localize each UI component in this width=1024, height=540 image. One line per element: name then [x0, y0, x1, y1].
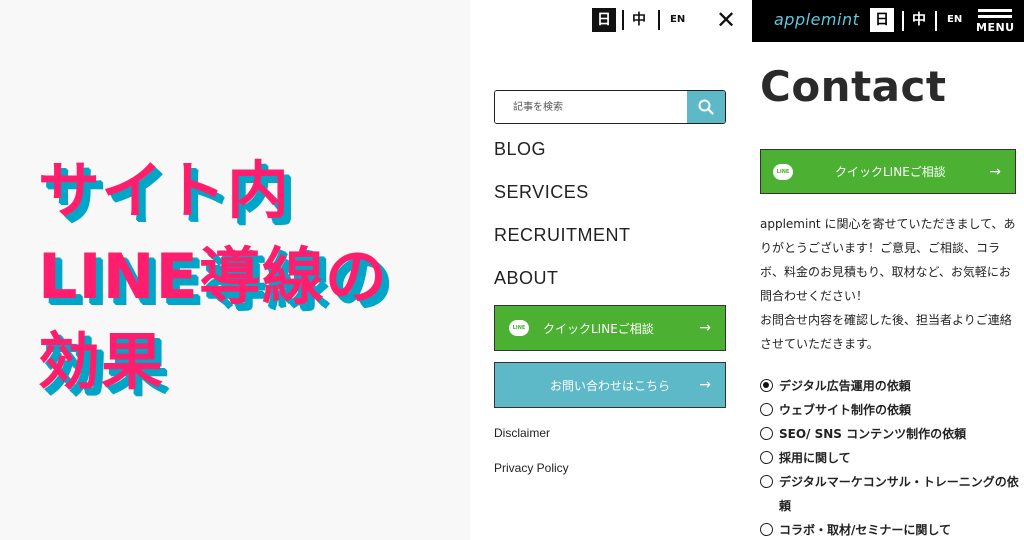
inquiry-type-options: デジタル広告運用の依頼 ウェブサイト制作の依頼 SEO/ SNS コンテンツ制作…: [760, 374, 1022, 540]
nav-item-about[interactable]: ABOUT: [494, 268, 559, 289]
radio-unchecked-icon[interactable]: [760, 427, 773, 440]
hero-banner: サイト内 LINE導線の 効果: [0, 0, 470, 540]
lang-zh-button[interactable]: 中: [912, 8, 926, 32]
radio-unchecked-icon[interactable]: [760, 523, 773, 536]
arrow-right-icon: →: [699, 320, 711, 336]
privacy-policy-link[interactable]: Privacy Policy: [494, 461, 569, 475]
search-box: [494, 90, 726, 124]
line-icon: LINE: [773, 163, 793, 180]
radio-option[interactable]: デジタル広告運用の依頼: [760, 374, 1022, 398]
lang-en-button[interactable]: EN: [670, 8, 685, 32]
hero-line-3: 効果: [38, 325, 165, 398]
hero-line-2: LINE導線の: [38, 240, 388, 313]
radio-option[interactable]: ウェブサイト制作の依頼: [760, 398, 1022, 422]
search-icon: [698, 99, 714, 115]
radio-option[interactable]: コラボ・取材/セミナーに関して: [760, 518, 1022, 540]
intro-paragraph-1: applemint に関心を寄せていただきまして、ありがとうございます！ご意見、…: [760, 217, 1016, 303]
divider: [622, 10, 624, 30]
radio-option-label: ウェブサイト制作の依頼: [779, 403, 912, 417]
divider: [902, 11, 904, 31]
nav-item-services[interactable]: SERVICES: [494, 182, 589, 203]
brand-logo[interactable]: applemint: [774, 10, 859, 29]
radio-unchecked-icon[interactable]: [760, 403, 773, 416]
intro-paragraph-2: お問合せ内容を確認した後、担当者よりご連絡させていただきます。: [760, 313, 1012, 351]
quick-line-button[interactable]: LINE クイックLINEご相談 →: [494, 305, 726, 351]
contact-button[interactable]: お問い合わせはこちら →: [494, 362, 726, 408]
radio-option-label: デジタル広告運用の依頼: [779, 379, 911, 393]
language-switcher: 日 中 EN ✕: [470, 6, 752, 34]
search-button[interactable]: [687, 91, 725, 123]
search-input[interactable]: [495, 91, 687, 123]
nav-item-recruitment[interactable]: RECRUITMENT: [494, 225, 631, 246]
radio-unchecked-icon[interactable]: [760, 475, 773, 488]
close-icon[interactable]: ✕: [716, 6, 736, 34]
radio-option[interactable]: 採用に関して: [760, 446, 1022, 470]
line-icon: LINE: [509, 320, 529, 336]
lang-ja-button[interactable]: 日: [592, 8, 616, 32]
header-bar: applemint 日 中 EN MENU: [752, 0, 1024, 42]
radio-option[interactable]: デジタルマーケコンサル・トレーニングの依頼: [760, 470, 1022, 518]
radio-option-label: デジタルマーケコンサル・トレーニングの依頼: [779, 475, 1019, 513]
radio-unchecked-icon[interactable]: [760, 451, 773, 464]
lang-zh-button[interactable]: 中: [632, 8, 646, 32]
arrow-right-icon: →: [989, 163, 1001, 180]
radio-option-label: SEO/ SNS コンテンツ制作の依頼: [779, 427, 967, 441]
hero-line-1: サイト内: [38, 154, 291, 227]
quick-line-label: クイックLINEご相談: [835, 165, 946, 179]
menu-label[interactable]: MENU: [976, 21, 1015, 34]
disclaimer-link[interactable]: Disclaimer: [494, 426, 550, 440]
quick-line-label: クイックLINEご相談: [543, 321, 654, 336]
divider: [658, 10, 660, 30]
page-title: Contact: [760, 62, 947, 111]
radio-checked-icon[interactable]: [760, 379, 773, 392]
divider: [935, 11, 937, 31]
contact-label: お問い合わせはこちら: [549, 378, 670, 393]
hamburger-icon[interactable]: [978, 9, 1012, 21]
radio-option[interactable]: SEO/ SNS コンテンツ制作の依頼: [760, 422, 1022, 446]
lang-en-button[interactable]: EN: [947, 8, 962, 32]
radio-option-label: コラボ・取材/セミナーに関して: [779, 523, 952, 537]
page: サイト内 LINE導線の 効果 日 中 EN ✕ BLOG SERVICES R…: [0, 0, 1024, 540]
quick-line-button[interactable]: LINE クイックLINEご相談 →: [760, 149, 1016, 194]
menu-panel: 日 中 EN ✕ BLOG SERVICES RECRUITMENT ABOUT…: [470, 0, 752, 540]
intro-text: applemint に関心を寄せていただきまして、ありがとうございます！ご意見、…: [760, 212, 1022, 356]
radio-option-label: 採用に関して: [779, 451, 851, 465]
nav-item-blog[interactable]: BLOG: [494, 139, 546, 160]
contact-panel: applemint 日 中 EN MENU Contact LINE クイックL…: [752, 0, 1024, 540]
lang-ja-button[interactable]: 日: [870, 8, 894, 32]
arrow-right-icon: →: [699, 377, 711, 393]
